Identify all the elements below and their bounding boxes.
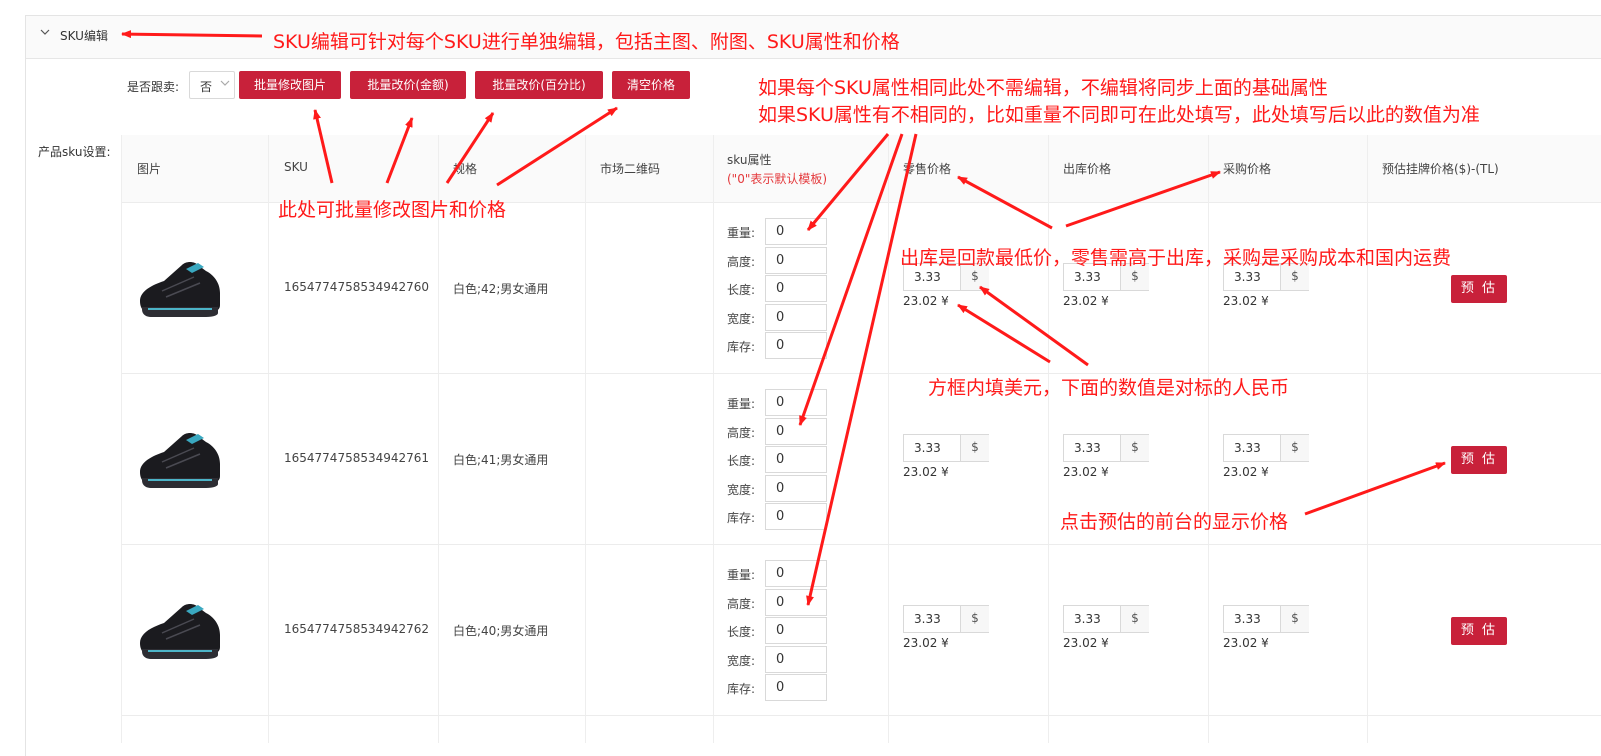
annotation-diff-attrs: 如果SKU属性有不相同的，比如重量不同即可在此处填写，此处填写后以此的数值为准 [758, 104, 1480, 126]
annotation-estimate: 点击预估的前台的显示价格 [1060, 511, 1289, 533]
annotation-currency: 方框内填美元，下面的数值是对标的人民币 [928, 377, 1290, 399]
annotation-same-attrs: 如果每个SKU属性相同此处不需编辑，不编辑将同步上面的基础属性 [758, 77, 1328, 99]
annotation-price-rules: 出库是回款最低价，零售需高于出库，采购是采购成本和国内运费 [900, 247, 1452, 269]
annotation-batch-edit: 此处可批量修改图片和价格 [278, 199, 507, 221]
annotation-sku-edit: SKU编辑可针对每个SKU进行单独编辑，包括主图、附图、SKU属性和价格 [273, 31, 900, 53]
